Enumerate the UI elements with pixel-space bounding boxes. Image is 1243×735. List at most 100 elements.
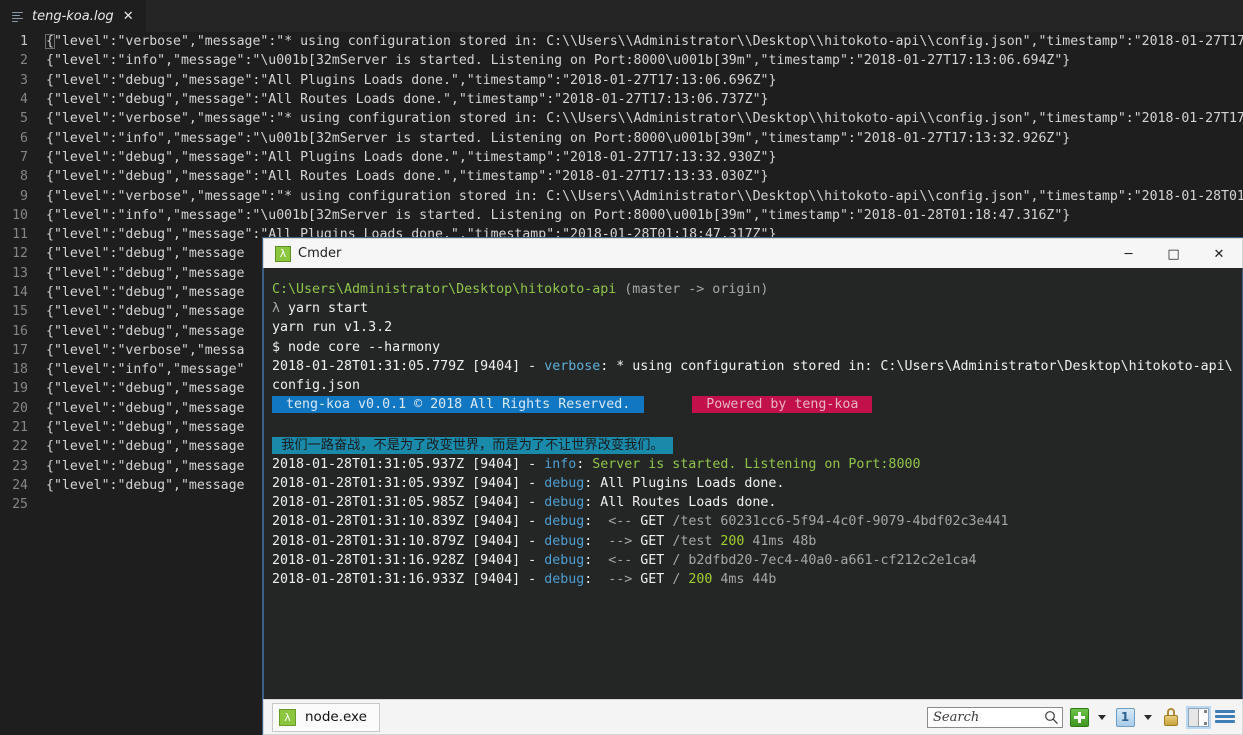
code-line[interactable]: 3 {"level":"debug","message":"All Plugins… bbox=[0, 71, 1243, 90]
menu-button[interactable] bbox=[1214, 706, 1236, 728]
code-line[interactable]: 2 {"level":"info","message":"\u001b[32mSe… bbox=[0, 51, 1243, 70]
terminal-yarn-version: yarn run v1.3.2 bbox=[272, 320, 393, 336]
active-console-dropdown-icon[interactable] bbox=[1144, 714, 1152, 720]
terminal-command-line: λ yarn start bbox=[272, 301, 369, 317]
line-text: {"level":"verbose","message":"* using co… bbox=[46, 188, 1243, 204]
terminal-log-line: 2018-01-28T01:31:05.937Z [9404] - info: … bbox=[272, 456, 921, 472]
line-number: 8 bbox=[20, 169, 28, 185]
line-text: {"level":"debug","message bbox=[46, 381, 245, 397]
lambda-icon: λ bbox=[279, 708, 296, 726]
line-number: 6 bbox=[20, 130, 28, 146]
lock-icon bbox=[1163, 708, 1179, 726]
line-text: {"level":"debug","message bbox=[46, 477, 245, 493]
line-number: 25 bbox=[12, 497, 28, 513]
search-icon bbox=[1045, 710, 1058, 724]
line-number: 14 bbox=[12, 285, 28, 300]
terminal-verbose-line: 2018-01-28T01:31:05.779Z [9404] - verbos… bbox=[272, 358, 1233, 374]
line-text: {"level":"verbose","message":"* using co… bbox=[45, 34, 1243, 50]
line-number: 21 bbox=[12, 420, 28, 436]
menu-icon bbox=[1215, 709, 1235, 725]
line-text: {"level":"debug","message bbox=[46, 420, 245, 436]
code-line[interactable]: 10 {"level":"info","message":"\u001b[32mS… bbox=[0, 206, 1243, 225]
line-text: {"level":"debug","message bbox=[46, 323, 245, 339]
code-line[interactable]: 9 {"level":"verbose","message":"* using c… bbox=[0, 186, 1243, 205]
code-line[interactable]: 1 {"level":"verbose","message":"* using c… bbox=[0, 32, 1243, 51]
terminal-log-line: 2018-01-28T01:31:10.879Z [9404] - debug:… bbox=[272, 533, 817, 549]
console-number-icon: 1 bbox=[1115, 707, 1135, 727]
terminal-verbose-wrap: config.json bbox=[272, 378, 361, 394]
close-icon[interactable]: ✕ bbox=[121, 10, 136, 23]
line-number: 17 bbox=[12, 342, 28, 358]
line-text: {"level":"debug","message bbox=[46, 285, 245, 300]
cmder-window-title: Cmder bbox=[298, 246, 342, 261]
terminal-surface[interactable]: {"level":"debug","message":"All Routes L… bbox=[263, 268, 1243, 699]
code-line[interactable]: 6 {"level":"info","message":"\u001b[32mSe… bbox=[0, 128, 1243, 147]
line-text: {"level":"debug","message bbox=[46, 304, 245, 320]
line-text: {"level":"verbose","message":"* using co… bbox=[46, 111, 1243, 127]
console-tab-node-exe[interactable]: λ node.exe bbox=[272, 702, 380, 732]
line-number: 22 bbox=[12, 439, 28, 455]
line-text: {"level":"verbose","messa bbox=[46, 342, 245, 358]
code-line[interactable]: 4 {"level":"debug","message":"All Routes … bbox=[0, 90, 1243, 109]
search-placeholder: Search bbox=[933, 709, 980, 725]
active-console-button[interactable]: 1 bbox=[1114, 706, 1136, 728]
terminal-blank-row bbox=[272, 414, 1242, 433]
cmder-window: λ Cmder ─ □ ✕ {"level":"debug","message"… bbox=[263, 238, 1243, 735]
line-number: 3 bbox=[20, 72, 28, 88]
line-text: {"level":"debug","message":"All Routes L… bbox=[46, 169, 769, 185]
line-text: {"level":"debug","message":"All Plugins … bbox=[46, 149, 777, 165]
code-line[interactable]: 5 {"level":"verbose","message":"* using c… bbox=[0, 109, 1243, 128]
line-number: 24 bbox=[12, 477, 28, 493]
window-controls: ─ □ ✕ bbox=[1106, 239, 1242, 269]
new-console-button[interactable] bbox=[1068, 706, 1090, 728]
search-input[interactable]: Search bbox=[927, 706, 1063, 728]
terminal-log-line: 2018-01-28T01:31:10.839Z [9404] - debug:… bbox=[272, 514, 1009, 530]
new-console-dropdown-icon[interactable] bbox=[1098, 714, 1106, 720]
line-number: 10 bbox=[12, 207, 28, 223]
line-number: 7 bbox=[20, 149, 28, 165]
line-text: {"level":"debug","message bbox=[46, 400, 245, 416]
line-text: {"level":"debug","message bbox=[46, 458, 245, 474]
line-number: 18 bbox=[12, 362, 28, 378]
editor-tab-teng-koa-log[interactable]: teng-koa.log ✕ bbox=[0, 0, 147, 32]
line-text: {"level":"debug","message bbox=[46, 246, 245, 262]
terminal-output: C:\Users\Administrator\Desktop\hitokoto-… bbox=[264, 268, 1242, 589]
close-icon[interactable]: ✕ bbox=[1196, 239, 1242, 269]
line-number: 12 bbox=[12, 246, 28, 262]
line-text: {"level":"debug","message":"All Plugins … bbox=[46, 72, 777, 88]
terminal-log-line: 2018-01-28T01:31:16.933Z [9404] - debug:… bbox=[272, 572, 777, 588]
line-number: 23 bbox=[12, 458, 28, 474]
line-number: 9 bbox=[20, 188, 28, 204]
editor-tab-bar: teng-koa.log ✕ bbox=[0, 0, 1243, 32]
panel-icon bbox=[1185, 705, 1211, 729]
line-number: 2 bbox=[20, 53, 28, 69]
line-number: 20 bbox=[12, 400, 28, 416]
line-number: 16 bbox=[12, 323, 28, 339]
line-number: 5 bbox=[20, 111, 28, 127]
line-text: {"level":"debug","message":"All Routes L… bbox=[46, 92, 769, 108]
line-number: 1 bbox=[20, 34, 28, 50]
terminal-prompt-path: C:\Users\Administrator\Desktop\hitokoto-… bbox=[272, 282, 769, 297]
list-lines-icon bbox=[12, 10, 25, 23]
line-text: {"level":"info","message":"\u001b[32mSer… bbox=[46, 130, 1071, 146]
line-text: {"level":"info","message":"\u001b[32mSer… bbox=[46, 53, 1071, 69]
code-line[interactable]: 8 {"level":"debug","message":"All Routes … bbox=[0, 167, 1243, 186]
console-tab-label: node.exe bbox=[305, 709, 367, 725]
line-number: 11 bbox=[12, 227, 28, 243]
cmder-title-bar[interactable]: λ Cmder ─ □ ✕ bbox=[263, 238, 1243, 268]
line-number: 13 bbox=[12, 265, 28, 281]
line-text: {"level":"debug","message bbox=[46, 265, 245, 281]
maximize-icon[interactable]: □ bbox=[1151, 239, 1196, 269]
line-text: {"level":"debug","message bbox=[46, 439, 245, 455]
terminal-node-command: $ node core --harmony bbox=[272, 339, 441, 355]
line-number: 4 bbox=[20, 92, 28, 108]
minimize-icon[interactable]: ─ bbox=[1106, 239, 1151, 269]
terminal-log-line: 2018-01-28T01:31:05.939Z [9404] - debug:… bbox=[272, 476, 785, 492]
plus-icon bbox=[1069, 707, 1089, 727]
toggle-panel-button[interactable] bbox=[1185, 705, 1211, 729]
code-line[interactable]: 7 {"level":"debug","message":"All Plugins… bbox=[0, 148, 1243, 167]
terminal-log-line: 2018-01-28T01:31:16.928Z [9404] - debug:… bbox=[272, 552, 977, 568]
terminal-log-line: 2018-01-28T01:31:05.985Z [9404] - debug:… bbox=[272, 495, 777, 511]
line-number: 15 bbox=[12, 304, 28, 320]
lock-button[interactable] bbox=[1160, 706, 1182, 728]
